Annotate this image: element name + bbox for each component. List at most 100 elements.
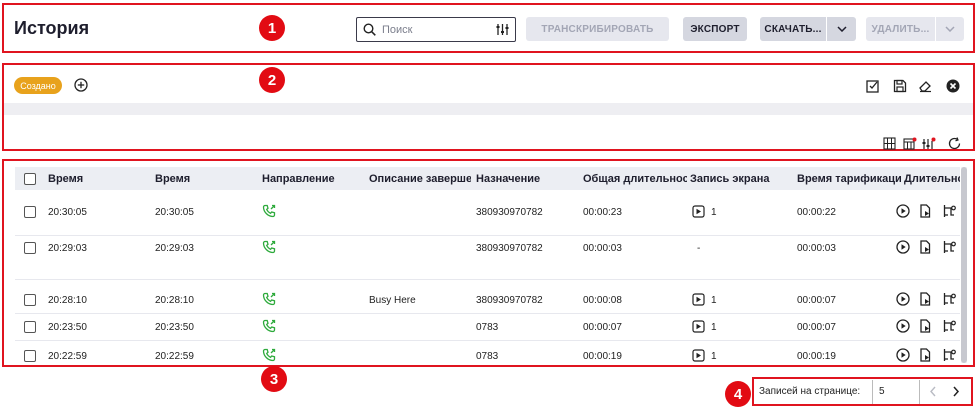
transcript-icon[interactable] bbox=[919, 348, 932, 362]
cell-destination: 380930970782 bbox=[476, 295, 543, 306]
cell-total-duration: 00:00:19 bbox=[583, 351, 622, 362]
save-icon[interactable] bbox=[893, 79, 907, 93]
rows-per-page-select[interactable]: 5 bbox=[872, 380, 920, 404]
cell-screen-recording: 1 bbox=[711, 351, 717, 362]
select-all-checkbox[interactable] bbox=[24, 173, 36, 185]
outgoing-call-icon bbox=[262, 319, 276, 333]
cell-time: 20:29:03 bbox=[48, 243, 87, 254]
column-header-screen-recording[interactable]: Запись экрана bbox=[690, 173, 794, 185]
call-route-icon[interactable] bbox=[942, 204, 956, 218]
cell-time: 20:23:50 bbox=[48, 322, 87, 333]
search-icon bbox=[363, 23, 376, 36]
outgoing-call-icon bbox=[262, 204, 276, 218]
outgoing-call-icon bbox=[262, 292, 276, 306]
column-header-completion-description[interactable]: Описание заверше bbox=[369, 173, 471, 185]
screen-recording-icon[interactable] bbox=[692, 320, 705, 333]
next-page-icon[interactable] bbox=[952, 386, 960, 397]
created-filter-chip[interactable]: Создано bbox=[14, 77, 62, 94]
outgoing-call-icon bbox=[262, 348, 276, 362]
delete-button[interactable]: УДАЛИТЬ... bbox=[866, 17, 935, 41]
add-filter-icon[interactable] bbox=[74, 78, 88, 92]
chevron-down-icon bbox=[836, 26, 847, 32]
screen-recording-icon[interactable] bbox=[692, 205, 705, 218]
transcript-icon[interactable] bbox=[919, 292, 932, 306]
close-circle-icon[interactable] bbox=[946, 79, 960, 93]
play-icon[interactable] bbox=[896, 240, 910, 254]
column-settings-icon[interactable] bbox=[903, 137, 917, 150]
filter-bar-band bbox=[4, 103, 973, 115]
row-checkbox[interactable] bbox=[24, 350, 36, 362]
column-header-total-duration[interactable]: Общая длительнос bbox=[583, 173, 687, 185]
cell-completion-description: Busy Here bbox=[369, 295, 416, 306]
column-header-time[interactable]: Время bbox=[48, 173, 148, 185]
row-divider bbox=[15, 313, 960, 314]
column-header-destination[interactable]: Назначение bbox=[476, 173, 580, 185]
cell-time-2: 20:22:59 bbox=[155, 351, 194, 362]
transcript-icon[interactable] bbox=[919, 319, 932, 333]
annotation-badge-1: 1 bbox=[259, 15, 285, 41]
transcript-icon[interactable] bbox=[919, 204, 932, 218]
transcript-icon[interactable] bbox=[919, 240, 932, 254]
filter-sliders-icon[interactable] bbox=[922, 137, 936, 150]
call-route-icon[interactable] bbox=[942, 240, 956, 254]
row-checkbox[interactable] bbox=[24, 294, 36, 306]
play-icon[interactable] bbox=[896, 292, 910, 306]
play-icon[interactable] bbox=[896, 204, 910, 218]
download-button[interactable]: СКАЧАТЬ... bbox=[760, 17, 826, 41]
delete-dropdown-button[interactable] bbox=[936, 17, 964, 41]
call-route-icon[interactable] bbox=[942, 292, 956, 306]
cell-screen-recording: 1 bbox=[711, 322, 717, 333]
row-divider bbox=[15, 279, 960, 280]
cell-screen-recording: 1 bbox=[711, 295, 717, 306]
screen-recording-icon[interactable] bbox=[692, 293, 705, 306]
column-header-direction[interactable]: Направление bbox=[262, 173, 362, 185]
cell-total-duration: 00:00:08 bbox=[583, 295, 622, 306]
column-header-time-2[interactable]: Время bbox=[155, 173, 255, 185]
apply-filter-icon[interactable] bbox=[866, 79, 880, 93]
search-input[interactable]: Поиск bbox=[356, 17, 516, 42]
cell-billing-time: 00:00:19 bbox=[797, 351, 836, 362]
cell-billing-time: 00:00:07 bbox=[797, 295, 836, 306]
row-checkbox[interactable] bbox=[24, 206, 36, 218]
cell-billing-time: 00:00:07 bbox=[797, 322, 836, 333]
cell-time: 20:22:59 bbox=[48, 351, 87, 362]
cell-time: 20:28:10 bbox=[48, 295, 87, 306]
row-divider bbox=[15, 340, 960, 341]
row-checkbox[interactable] bbox=[24, 242, 36, 254]
cell-total-duration: 00:00:07 bbox=[583, 322, 622, 333]
cell-time-2: 20:29:03 bbox=[155, 243, 194, 254]
transcribe-button[interactable]: ТРАНСКРИБИРОВАТЬ bbox=[526, 17, 669, 41]
annotation-badge-2: 2 bbox=[259, 67, 285, 93]
search-placeholder: Поиск bbox=[382, 23, 413, 36]
cell-time-2: 20:28:10 bbox=[155, 295, 194, 306]
column-header-billing-time[interactable]: Время тарификаци bbox=[797, 173, 901, 185]
play-icon[interactable] bbox=[896, 319, 910, 333]
row-divider bbox=[15, 235, 960, 236]
cell-screen-recording: - bbox=[697, 243, 701, 254]
play-icon[interactable] bbox=[896, 348, 910, 362]
rows-per-page-value: 5 bbox=[879, 386, 885, 397]
filter-sliders-icon[interactable] bbox=[496, 23, 509, 36]
cell-destination: 0783 bbox=[476, 322, 499, 333]
row-checkbox[interactable] bbox=[24, 321, 36, 333]
column-header-duration[interactable]: Длительно bbox=[904, 173, 960, 185]
call-route-icon[interactable] bbox=[942, 319, 956, 333]
previous-page-icon[interactable] bbox=[929, 386, 937, 397]
annotation-badge-4: 4 bbox=[725, 381, 751, 407]
download-dropdown-button[interactable] bbox=[827, 17, 856, 41]
cell-destination: 380930970782 bbox=[476, 243, 543, 254]
fit-columns-icon[interactable] bbox=[883, 137, 896, 150]
table-scrollbar-thumb[interactable] bbox=[961, 167, 967, 363]
refresh-icon[interactable] bbox=[948, 137, 962, 150]
cell-screen-recording: 1 bbox=[711, 207, 717, 218]
page-title: История bbox=[14, 18, 90, 38]
outgoing-call-icon bbox=[262, 240, 276, 254]
call-route-icon[interactable] bbox=[942, 348, 956, 362]
cell-time-2: 20:23:50 bbox=[155, 322, 194, 333]
eraser-icon[interactable] bbox=[918, 79, 933, 93]
cell-billing-time: 00:00:03 bbox=[797, 243, 836, 254]
screen-recording-icon[interactable] bbox=[692, 349, 705, 362]
cell-total-duration: 00:00:23 bbox=[583, 207, 622, 218]
export-button[interactable]: ЭКСПОРТ bbox=[683, 17, 747, 41]
cell-total-duration: 00:00:03 bbox=[583, 243, 622, 254]
